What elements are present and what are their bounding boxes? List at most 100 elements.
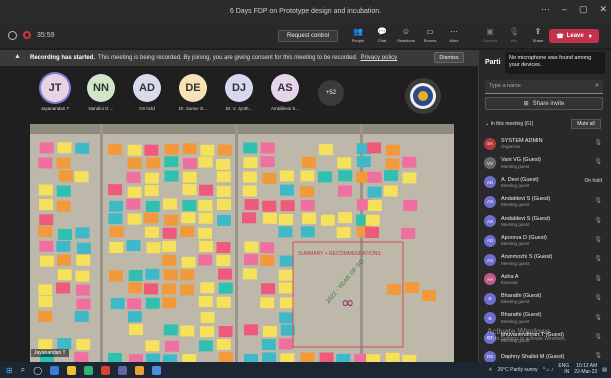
participant-row[interactable]: AA Asha A External 🎙: [484, 270, 608, 289]
more-participants-pill[interactable]: +52: [318, 80, 344, 106]
sticky-note: [180, 325, 195, 337]
taskbar-app-icon[interactable]: [118, 365, 128, 375]
search-icon[interactable]: ⌕: [21, 365, 25, 375]
sticky-note: [127, 311, 142, 323]
toolbar-button-people[interactable]: 👥 People: [348, 26, 368, 46]
chevron-down-icon[interactable]: ▾: [589, 33, 592, 40]
task-view-icon[interactable]: ◯: [33, 366, 42, 375]
gallery-tile[interactable]: NN Nandini G ...: [80, 74, 122, 111]
participant-row[interactable]: AD Apoorva D (Guest) Meeting guest 🎙: [484, 231, 608, 250]
mic-off-icon[interactable]: 🎙: [594, 158, 602, 165]
sticky-note: [216, 254, 231, 266]
toolbar-button-mic[interactable]: 🎙 Mic: [504, 26, 524, 46]
taskbar-app-icon[interactable]: [135, 365, 145, 375]
notification-icon[interactable]: ▤: [602, 367, 607, 373]
mic-off-icon[interactable]: 🎙: [594, 217, 602, 224]
sticky-note: [76, 254, 91, 266]
more-window-icon[interactable]: ⋯: [541, 4, 550, 15]
sticky-note: [198, 227, 213, 239]
sticky-note: [109, 200, 124, 212]
gallery-tile[interactable]: AS Ambilikesi S...: [264, 74, 306, 111]
sticky-note: [58, 170, 73, 182]
toolbar-button-camera[interactable]: ▣ Camera: [480, 26, 500, 46]
request-control-button[interactable]: Request control: [278, 30, 338, 42]
mic-off-icon[interactable]: 🎙: [594, 139, 602, 146]
sticky-note: [365, 214, 380, 226]
close-icon[interactable]: ✕: [599, 4, 607, 15]
mute-all-button[interactable]: Mute all: [571, 119, 601, 129]
sticky-note: [217, 214, 232, 226]
avatar: DJ: [225, 74, 253, 102]
taskbar-app-icon[interactable]: [101, 365, 111, 375]
sticky-note: [278, 269, 293, 281]
tray-icons[interactable]: ^ ⌂ ♪: [543, 367, 554, 373]
shield-icon: [8, 30, 17, 40]
sticky-note: [422, 290, 436, 301]
sticky-note: [57, 338, 72, 350]
sticky-note: [218, 268, 233, 280]
sticky-note: [75, 142, 90, 154]
mic-off-icon[interactable]: 🎙: [594, 236, 602, 243]
sticky-note: [127, 157, 142, 169]
leave-button[interactable]: ☎ Leave ▾: [549, 29, 599, 43]
sticky-note: [108, 184, 123, 196]
mic-off-icon[interactable]: 🎙: [594, 294, 602, 301]
taskbar-app-icon[interactable]: [152, 365, 162, 375]
toolbar-button-share[interactable]: ⇪ Share: [528, 26, 548, 46]
taskbar-app-icon[interactable]: [84, 365, 94, 375]
toolbar-button-rooms[interactable]: ▭ Rooms: [420, 26, 440, 46]
language-indicator[interactable]: ENG IN: [558, 363, 569, 375]
mic-off-icon[interactable]: 🎙: [594, 352, 602, 359]
mic-off-icon[interactable]: 🎙: [594, 197, 602, 204]
gallery-tile[interactable]: DJ Dr. V. Jyoth...: [218, 74, 260, 111]
sticky-note: [109, 226, 124, 238]
taskbar-app-icon[interactable]: [50, 365, 60, 375]
participant-status: On hold: [584, 177, 602, 184]
mic-off-icon[interactable]: 🎙: [594, 333, 602, 340]
participant-row[interactable]: B Bharathi (Guest) Meeting guest 🎙: [484, 309, 608, 328]
in-meeting-header[interactable]: ⌄ In this meeting (61): [485, 121, 533, 127]
toolbar-button-chat[interactable]: 💬 Chat: [372, 26, 392, 46]
participant-row[interactable]: SA SYSTEM ADMIN Organizer 🎙: [484, 134, 608, 153]
share-invite-button[interactable]: ⊞ Share invite: [485, 97, 603, 110]
participant-row[interactable]: VV Vani VG (Guest) Meeting guest 🎙: [484, 153, 608, 172]
search-input[interactable]: Type a name ⌕: [485, 80, 603, 94]
mic-off-icon[interactable]: 🎙: [594, 275, 602, 282]
gallery-tile[interactable]: JT Jayanandan T: [34, 74, 76, 111]
sticky-note: [337, 157, 352, 169]
participant-row[interactable]: B Bharathi (Guest) Meeting guest 🎙: [484, 289, 608, 308]
sticky-note: [57, 269, 72, 281]
gallery-tile[interactable]: DE Dr. Suma- E...: [172, 74, 214, 111]
toolbar-button-more[interactable]: ⋯ More: [444, 26, 464, 46]
participant-row[interactable]: AS Andaldevi S (Guest) Meeting guest 🎙: [484, 192, 608, 211]
sticky-note: [164, 156, 179, 168]
maximize-icon[interactable]: ▢: [579, 4, 588, 15]
share-invite-label: Share invite: [532, 100, 565, 107]
mic-off-icon[interactable]: 🎙: [594, 314, 602, 321]
minimize-icon[interactable]: –: [562, 4, 567, 15]
clock[interactable]: 10:12 AM 22-Mar-22: [574, 363, 597, 375]
sticky-note: [367, 186, 382, 198]
dismiss-button[interactable]: Dismiss: [434, 52, 464, 63]
participant-avatar: AD: [484, 176, 496, 189]
sticky-note: [279, 184, 294, 196]
toolbar-left: 35:59: [0, 30, 55, 40]
windows-start-icon[interactable]: ⊞: [6, 366, 13, 375]
participant-role: Meeting guest: [501, 183, 530, 189]
taskbar-app-icon[interactable]: [67, 365, 77, 375]
mic-off-icon[interactable]: 🎙: [594, 255, 602, 262]
toolbar-button-reactions[interactable]: ☺ Reactions: [396, 26, 416, 46]
sticky-note: [367, 142, 382, 154]
sticky-note: [200, 282, 215, 294]
gallery-tile[interactable]: AD On hold: [126, 74, 168, 111]
weather-text[interactable]: 26°C Partly sunny: [498, 367, 538, 373]
privacy-policy-link[interactable]: Privacy policy: [361, 55, 398, 61]
windows-taskbar: ⊞ ⌕ ◯ ☀ 26°C Partly sunny ^ ⌂ ♪ ENG IN 1…: [0, 362, 611, 378]
participant-row[interactable]: AS Andaldevi S (Guest) Meeting guest 🎙: [484, 212, 608, 231]
sticky-note: [216, 171, 231, 183]
sticky-note: [128, 270, 143, 282]
sticky-note: [280, 353, 295, 362]
participant-row[interactable]: AD A. Devi (Guest) Meeting guest On hold: [484, 173, 608, 192]
sticky-note: [356, 156, 371, 168]
participant-row[interactable]: AS Arunmozhi S (Guest) Meeting guest 🎙: [484, 250, 608, 269]
